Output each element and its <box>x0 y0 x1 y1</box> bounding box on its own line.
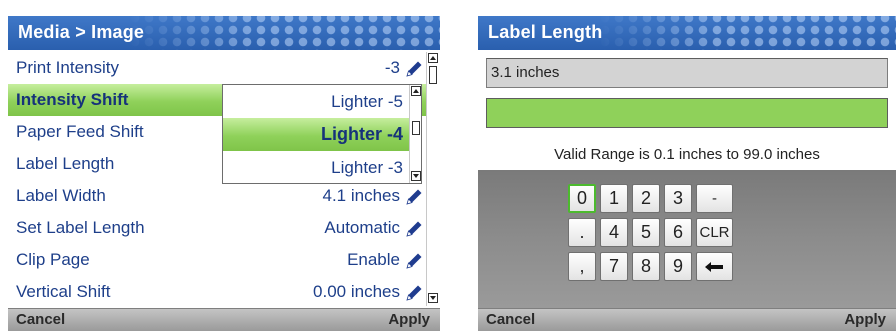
value-level-fill <box>487 99 887 127</box>
valid-range-text: Valid Range is 0.1 inches to 99.0 inches <box>554 146 820 163</box>
pencil-icon[interactable] <box>404 219 424 239</box>
cancel-button[interactable]: Cancel <box>486 311 535 328</box>
title-bar: Label Length <box>478 16 896 50</box>
key-minus[interactable]: - <box>696 184 733 213</box>
key-period[interactable]: . <box>568 218 596 247</box>
key-7[interactable]: 7 <box>600 252 628 281</box>
menu-item-label: Set Label Length <box>16 218 145 237</box>
menu-item-label: Paper Feed Shift <box>16 122 144 141</box>
menu-item-label: Label Length <box>16 154 115 173</box>
menu-item-label-width[interactable]: Label Width 4.1 inches <box>8 180 426 212</box>
dropdown-option[interactable]: Lighter -3 <box>223 151 409 184</box>
title-bar-pattern <box>128 16 440 50</box>
key-9[interactable]: 9 <box>664 252 692 281</box>
key-3[interactable]: 3 <box>664 184 692 213</box>
dropdown-scrollbar[interactable] <box>409 85 421 183</box>
key-6[interactable]: 6 <box>664 218 692 247</box>
key-2[interactable]: 2 <box>632 184 660 213</box>
triangle-up-icon[interactable] <box>411 86 421 96</box>
menu-item-set-label-length[interactable]: Set Label Length Automatic <box>8 212 426 244</box>
key-backspace[interactable] <box>696 252 733 281</box>
menu-item-label: Intensity Shift <box>16 90 129 109</box>
key-5[interactable]: 5 <box>632 218 660 247</box>
key-8[interactable]: 8 <box>632 252 660 281</box>
menu-item-value: Enable <box>347 250 400 269</box>
triangle-down-icon[interactable] <box>428 293 438 303</box>
cancel-button[interactable]: Cancel <box>16 311 65 328</box>
menu-item-vertical-shift[interactable]: Vertical Shift 0.00 inches <box>8 276 426 308</box>
intensity-shift-dropdown[interactable]: Lighter -5 Lighter -4 Lighter -3 <box>222 84 422 184</box>
menu-item-label: Label Width <box>16 186 106 205</box>
key-4[interactable]: 4 <box>600 218 628 247</box>
key-comma[interactable]: , <box>568 252 596 281</box>
softkey-bar: Cancel Apply <box>478 308 896 331</box>
menu-item-label: Print Intensity <box>16 58 119 77</box>
label-length-editor-panel: Label Length 3.1 inches Valid Range is 0… <box>478 16 896 331</box>
menu-item-value: 4.1 inches <box>322 186 401 205</box>
menu-item-print-intensity[interactable]: Print Intensity -3 <box>8 52 426 84</box>
page-title: Media > Image <box>18 22 145 42</box>
menu-item-value: 0.00 inches <box>313 282 400 301</box>
key-1[interactable]: 1 <box>600 184 628 213</box>
menu-item-value: -3 <box>384 58 400 77</box>
key-clr[interactable]: CLR <box>696 218 733 247</box>
key-0[interactable]: 0 <box>568 184 596 213</box>
menu-item-label: Vertical Shift <box>16 282 111 301</box>
menu-item-label: Clip Page <box>16 250 90 269</box>
value-level-bar <box>486 98 888 128</box>
media-image-menu-panel: Media > Image Print Intensity -3 Intensi… <box>8 16 440 331</box>
numeric-keypad: 0 1 2 3 - . 4 5 6 CLR , 7 8 9 <box>478 170 896 308</box>
pencil-icon[interactable] <box>404 187 424 207</box>
pencil-icon[interactable] <box>404 251 424 271</box>
triangle-up-icon[interactable] <box>428 53 438 63</box>
menu-item-value: Automatic <box>324 218 400 237</box>
triangle-down-icon[interactable] <box>411 171 421 181</box>
apply-button[interactable]: Apply <box>388 311 430 328</box>
scrollbar-thumb[interactable] <box>429 66 437 84</box>
page-title: Label Length <box>488 22 603 42</box>
title-bar: Media > Image <box>8 16 440 50</box>
dropdown-option[interactable]: Lighter -5 <box>223 85 409 118</box>
dropdown-option-selected[interactable]: Lighter -4 <box>223 118 409 151</box>
menu-scrollbar[interactable] <box>426 52 438 306</box>
apply-button[interactable]: Apply <box>844 311 886 328</box>
pencil-icon[interactable] <box>404 59 424 79</box>
softkey-bar: Cancel Apply <box>8 308 440 331</box>
menu-item-clip-page[interactable]: Clip Page Enable <box>8 244 426 276</box>
label-length-input[interactable]: 3.1 inches <box>486 58 888 88</box>
left-arrow-icon <box>705 262 723 272</box>
title-bar-pattern <box>598 16 896 50</box>
scrollbar-thumb[interactable] <box>412 121 420 135</box>
pencil-icon[interactable] <box>404 283 424 303</box>
